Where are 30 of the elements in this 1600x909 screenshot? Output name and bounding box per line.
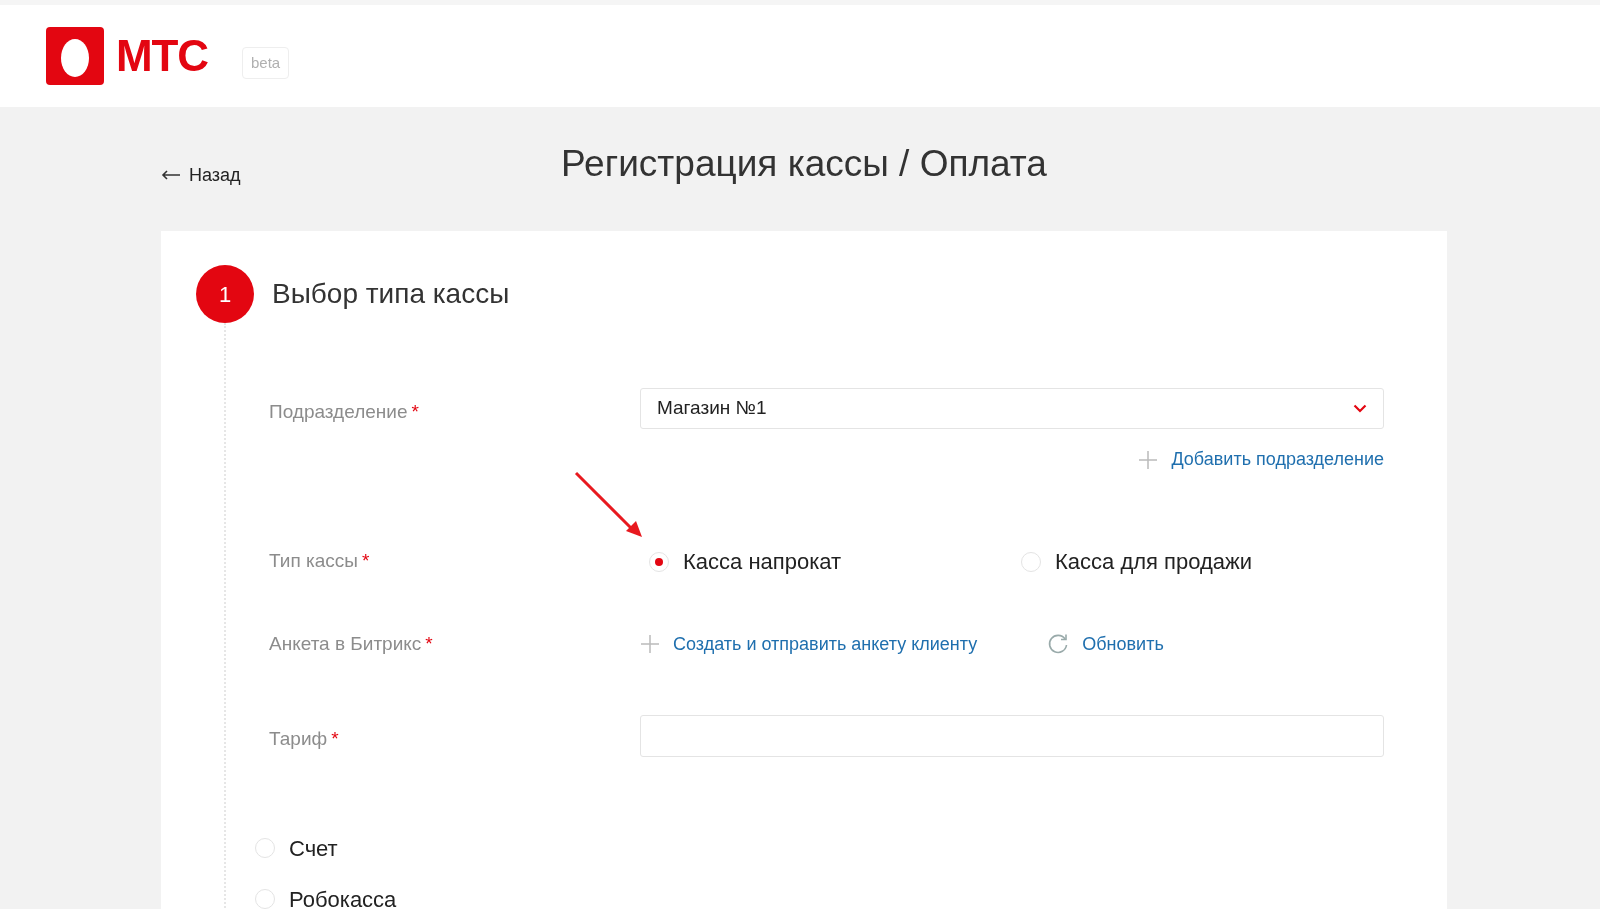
annotation-arrow (574, 471, 644, 539)
radio-button[interactable] (255, 889, 275, 909)
radio-button[interactable] (1021, 551, 1041, 572)
step-number: 1 (196, 265, 254, 323)
radio-label: Касса напрокат (683, 548, 842, 576)
plus-icon (1138, 449, 1159, 470)
back-link[interactable]: Назад (161, 161, 562, 189)
beta-badge: beta (242, 46, 290, 80)
plus-icon (640, 634, 660, 655)
tariff-input[interactable] (640, 714, 1384, 757)
department-select[interactable]: Магазин №1 (640, 388, 1384, 429)
field-label: Тип кассы * (269, 549, 371, 574)
radio-label: Счет (289, 834, 338, 863)
logo-icon (46, 27, 104, 85)
page-title: Регистрация кассы / Оплата (561, 142, 1047, 187)
logo-text: МТС (116, 34, 208, 78)
refresh-link[interactable]: Обновить (1047, 630, 1164, 658)
create-form-link[interactable]: Создать и отправить анкету клиенту (640, 630, 978, 658)
field-label: Анкета в Битрикс * (269, 632, 434, 656)
radio-label: Робокасса (289, 885, 397, 909)
chevron-down-icon (1353, 404, 1367, 413)
radio-button[interactable] (649, 551, 669, 572)
radio-button[interactable] (255, 838, 275, 858)
back-arrow-icon (161, 170, 181, 180)
field-label: Тариф * (269, 727, 340, 752)
step-title: Выбор типа кассы (272, 277, 510, 311)
radio-label: Касса для продажи (1055, 548, 1253, 576)
refresh-icon (1047, 633, 1070, 656)
add-department-link[interactable]: Добавить подразделение (1138, 446, 1384, 473)
field-label: Подразделение * (269, 400, 420, 425)
